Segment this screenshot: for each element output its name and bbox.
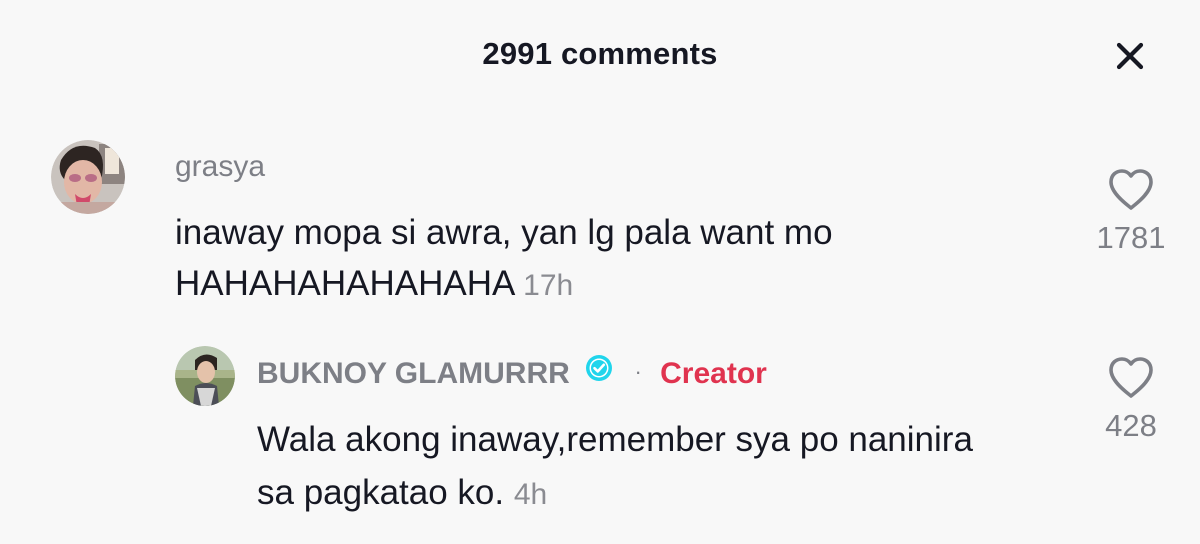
- comments-count-title: 2991 comments: [482, 36, 718, 71]
- comment-text: inaway mopa si awra, yan lg pala want mo…: [175, 208, 1035, 310]
- close-icon: [1116, 42, 1144, 70]
- reply-header: BUKNOY GLAMURRR · Creator: [257, 353, 767, 394]
- comment-body: inaway mopa si awra, yan lg pala want mo…: [175, 213, 833, 303]
- user-avatar[interactable]: [51, 140, 125, 214]
- reply-like-button[interactable]: 428: [1091, 356, 1171, 444]
- creator-avatar[interactable]: [175, 346, 235, 406]
- comment-username[interactable]: grasya: [175, 150, 265, 184]
- verified-badge-icon: [584, 353, 614, 391]
- reply-text: Wala akong inaway,remember sya po nanini…: [257, 414, 1017, 519]
- comment-timestamp: 17h: [523, 268, 574, 302]
- reply-item: BUKNOY GLAMURRR · Creator Wala akong ina…: [0, 342, 1200, 532]
- creator-username[interactable]: BUKNOY GLAMURRR: [257, 357, 570, 390]
- reply-body: Wala akong inaway,remember sya po nanini…: [257, 420, 973, 512]
- reply-like-count: 428: [1105, 408, 1157, 443]
- creator-badge: Creator: [660, 356, 767, 390]
- like-button[interactable]: 1781: [1091, 168, 1171, 256]
- comments-header: 2991 comments: [0, 0, 1200, 112]
- close-button[interactable]: [1110, 36, 1150, 76]
- heart-icon: [1109, 169, 1153, 210]
- like-count: 1781: [1096, 220, 1166, 255]
- comment-item: grasya inaway mopa si awra, yan lg pala …: [0, 140, 1200, 320]
- heart-icon: [1109, 357, 1153, 398]
- reply-timestamp: 4h: [513, 477, 548, 511]
- separator-dot: ·: [634, 358, 642, 384]
